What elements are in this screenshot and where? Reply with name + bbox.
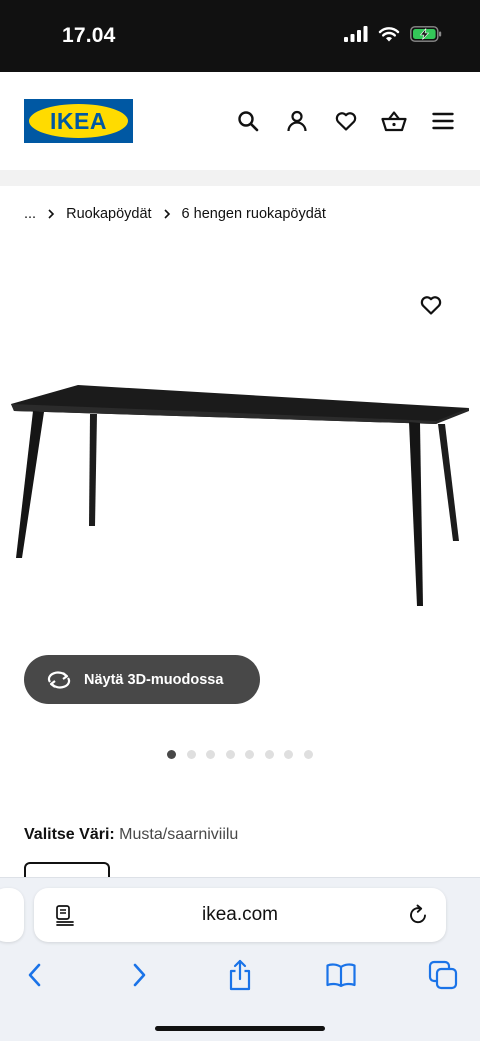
breadcrumb-6-seat-tables[interactable]: 6 hengen ruokapöydät xyxy=(182,206,326,222)
view-3d-label: Näytä 3D-muodossa xyxy=(84,671,224,688)
search-icon[interactable] xyxy=(235,108,261,134)
reload-icon[interactable] xyxy=(406,903,430,927)
view-3d-button[interactable]: Näytä 3D-muodossa xyxy=(24,655,260,704)
color-value: Musta/saarniviilu xyxy=(119,826,239,843)
color-selection: Valitse Väri: Musta/saarniviilu xyxy=(24,826,238,844)
carousel-dot-4[interactable] xyxy=(225,750,235,759)
cart-icon[interactable] xyxy=(381,108,407,134)
product-image-table xyxy=(11,385,469,606)
status-bar: 17.04 xyxy=(0,0,480,72)
rotate-3d-icon xyxy=(47,670,71,689)
chevron-right-icon xyxy=(163,209,170,219)
carousel-dot-2[interactable] xyxy=(186,750,196,759)
chevron-right-icon xyxy=(133,963,146,987)
carousel-dot-7[interactable] xyxy=(284,750,293,759)
menu-icon[interactable] xyxy=(430,108,456,134)
heart-icon xyxy=(420,296,442,315)
carousel-dot-3[interactable] xyxy=(206,750,215,759)
chevron-right-icon xyxy=(48,209,55,219)
status-time: 17.04 xyxy=(62,24,116,47)
battery-charging-icon xyxy=(410,26,442,42)
url-text: ikea.com xyxy=(201,904,279,925)
carousel-dot-6[interactable] xyxy=(264,750,274,759)
status-icons xyxy=(344,26,442,42)
carousel-dot-1[interactable] xyxy=(167,750,176,759)
browser-toolbar: ikea.com xyxy=(0,877,480,1041)
favourites-icon[interactable] xyxy=(333,108,359,134)
carousel-dot-5[interactable] xyxy=(245,750,254,759)
book-icon xyxy=(326,963,356,988)
wifi-icon xyxy=(378,27,400,42)
bookmarks-button[interactable] xyxy=(324,958,358,992)
header-divider xyxy=(0,170,480,186)
account-icon[interactable] xyxy=(284,108,310,134)
site-header: IKEA xyxy=(0,72,480,170)
previous-tab-peek[interactable] xyxy=(0,888,24,942)
share-icon xyxy=(229,959,251,991)
home-indicator xyxy=(155,1026,325,1031)
breadcrumb-ellipsis[interactable]: ... xyxy=(24,206,36,222)
carousel-indicator xyxy=(167,750,313,759)
breadcrumb-dining-tables[interactable]: Ruokapöydät xyxy=(66,206,151,222)
share-button[interactable] xyxy=(223,958,257,992)
breadcrumb: ... Ruokapöydät 6 hengen ruokapöydät xyxy=(24,206,326,222)
color-label: Valitse Väri: xyxy=(24,826,115,843)
address-bar[interactable]: ikea.com xyxy=(34,888,446,942)
tabs-button[interactable] xyxy=(426,958,460,992)
tabs-icon xyxy=(428,960,458,990)
add-to-favourites-button[interactable] xyxy=(414,288,448,322)
carousel-dot-8[interactable] xyxy=(303,750,313,759)
back-button[interactable] xyxy=(18,958,52,992)
header-actions xyxy=(0,108,480,134)
forward-button[interactable] xyxy=(122,958,156,992)
signal-icon xyxy=(344,26,368,42)
chevron-left-icon xyxy=(28,963,41,987)
